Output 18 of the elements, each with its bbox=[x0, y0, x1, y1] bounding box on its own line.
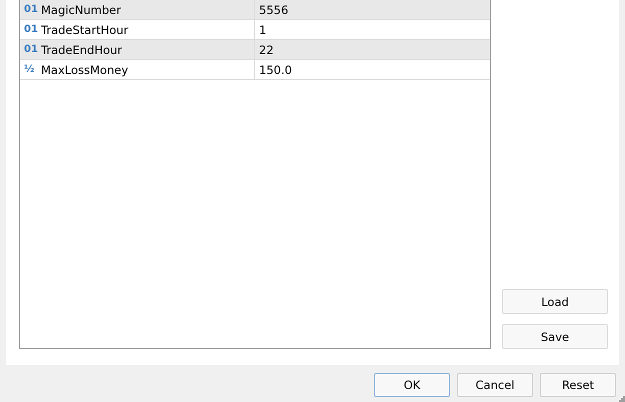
type-icon: ½ bbox=[24, 64, 36, 75]
type-icon: 01 bbox=[24, 4, 36, 15]
parameter-name: MaxLossMoney bbox=[41, 62, 128, 76]
ok-button[interactable]: OK bbox=[374, 373, 450, 397]
save-button[interactable]: Save bbox=[502, 324, 608, 349]
parameter-name: TradeStartHour bbox=[41, 22, 128, 36]
parameter-value[interactable]: 5556 bbox=[255, 2, 288, 16]
parameter-value[interactable]: 1 bbox=[255, 22, 266, 36]
parameter-value[interactable]: 22 bbox=[255, 42, 274, 56]
cancel-button[interactable]: Cancel bbox=[457, 373, 533, 397]
load-button[interactable]: Load bbox=[502, 289, 608, 314]
parameter-value[interactable]: 150.0 bbox=[255, 62, 292, 76]
resize-grip-icon[interactable] bbox=[619, 396, 625, 402]
parameter-name: TradeEndHour bbox=[41, 42, 122, 56]
type-icon: 01 bbox=[24, 44, 36, 55]
type-icon: 01 bbox=[24, 24, 36, 35]
parameter-name: MagicNumber bbox=[41, 2, 121, 16]
reset-button[interactable]: Reset bbox=[540, 373, 616, 397]
